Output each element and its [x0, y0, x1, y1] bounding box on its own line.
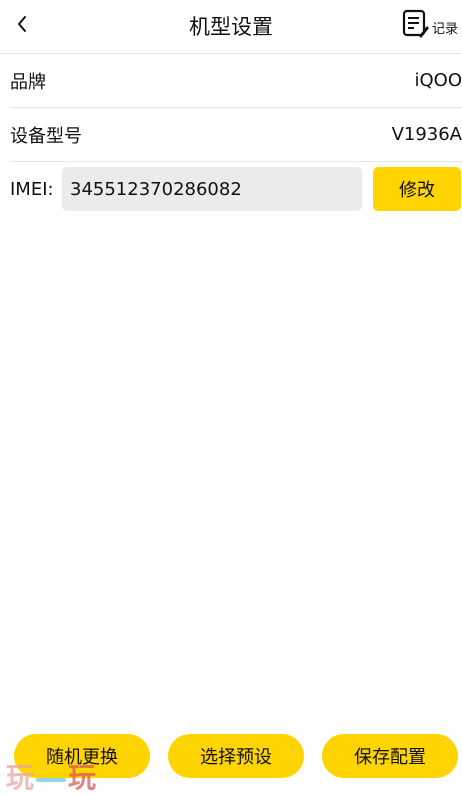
brand-row: 品牌 iQOO: [10, 54, 462, 108]
edit-imei-button[interactable]: 修改: [373, 167, 461, 211]
imei-label: IMEI:: [10, 178, 54, 200]
imei-input[interactable]: 345512370286082: [62, 167, 362, 211]
brand-label: 品牌: [10, 71, 46, 93]
watermark-bar: [36, 778, 67, 782]
top-bar: 机型设置 记录: [0, 0, 462, 54]
imei-row: IMEI: 345512370286082 修改: [10, 166, 462, 212]
model-label: 设备型号: [10, 125, 82, 147]
select-preset-button[interactable]: 选择预设: [168, 734, 304, 778]
watermark-glyph-left: 玩: [6, 761, 35, 794]
model-row: 设备型号 V1936A: [10, 108, 462, 162]
document-edit-icon: [402, 9, 429, 38]
page-title: 机型设置: [189, 15, 273, 39]
record-button[interactable]: 记录: [402, 9, 458, 39]
watermark-glyph-right: 玩: [68, 761, 97, 794]
brand-value: iQOO: [414, 70, 462, 91]
save-config-button[interactable]: 保存配置: [322, 734, 458, 778]
record-label: 记录: [431, 21, 458, 37]
model-value: V1936A: [391, 124, 462, 145]
watermark-logo: 玩 玩: [6, 756, 96, 795]
